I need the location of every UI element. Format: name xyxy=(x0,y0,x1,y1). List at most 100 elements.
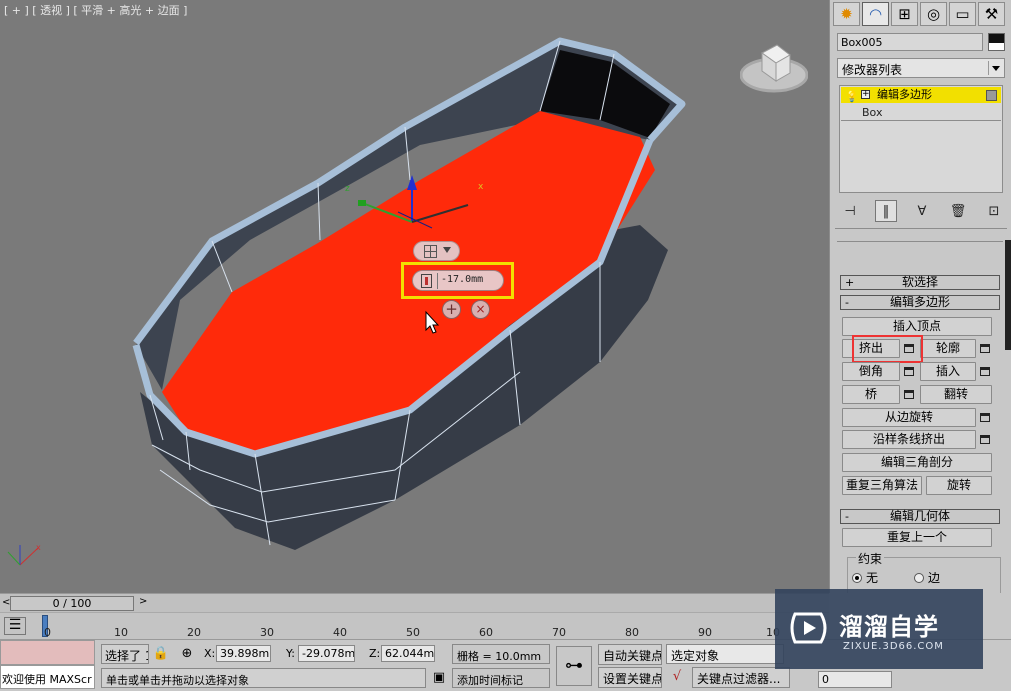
object-color-swatch[interactable] xyxy=(988,33,1005,51)
tick-label: 70 xyxy=(552,626,566,639)
z-coordinate-field[interactable]: 62.044mm xyxy=(381,645,435,662)
extrude-along-spline-button[interactable]: 沿样条线挤出 xyxy=(842,430,976,449)
key-tangent-icon[interactable]: √ xyxy=(668,668,686,686)
repeat-last-button[interactable]: 重复上一个 xyxy=(842,528,992,547)
watermark-logo-icon xyxy=(790,612,827,644)
rollout-edit-geometry[interactable]: - 编辑几何体 xyxy=(840,509,1000,524)
bevel-button[interactable]: 倒角 xyxy=(842,362,900,381)
hinge-settings-icon[interactable] xyxy=(978,408,992,427)
modifier-stack[interactable]: 💡 + 编辑多边形 Box xyxy=(839,85,1005,193)
constraint-none-radio[interactable]: 无 xyxy=(852,569,878,586)
key-mode-dropdown[interactable]: 选定对象 xyxy=(666,644,784,664)
retriangulate-button[interactable]: 重复三角算法 xyxy=(842,476,922,495)
constraints-group: 约束 无 边 xyxy=(847,550,1001,593)
tick-label: 50 xyxy=(406,626,420,639)
make-unique-icon[interactable]: ∀ xyxy=(911,200,933,222)
remove-modifier-icon[interactable]: 🗑 xyxy=(947,200,969,222)
set-key-icon[interactable]: ⊶ xyxy=(556,646,592,686)
time-next-arrow[interactable]: > xyxy=(139,596,147,607)
tick-label: 20 xyxy=(187,626,201,639)
rollout-area: + 软选择 - 编辑多边形 插入顶点 挤出 轮廓 倒角 插入 桥 翻转 从边旋转… xyxy=(837,241,1003,593)
show-end-result-icon[interactable]: ‖ xyxy=(875,200,897,222)
bevel-settings-icon[interactable] xyxy=(902,362,916,381)
stack-toolbar: ⊣ ‖ ∀ 🗑 ⊡ xyxy=(839,199,1005,223)
extrude-amount-value[interactable]: -17.0mm xyxy=(441,274,483,285)
curve-editor-icon[interactable]: ☰ xyxy=(4,617,26,635)
viewcube-icon[interactable] xyxy=(740,33,808,95)
inset-button[interactable]: 插入 xyxy=(920,362,976,381)
app-window: x z x [ + ] [ 透视 ] [ 平滑 + 高光 + 边面 ] -17.… xyxy=(0,0,1011,691)
inset-settings-icon[interactable] xyxy=(978,362,992,381)
auto-key-button[interactable]: 自动关键点 xyxy=(598,644,662,665)
extrude-amount-field[interactable]: -17.0mm xyxy=(412,270,504,291)
tab-modify[interactable]: ◠ xyxy=(862,2,889,26)
tick-label: 40 xyxy=(333,626,347,639)
edit-triangulation-button[interactable]: 编辑三角剖分 xyxy=(842,453,992,472)
caddy-cancel-button[interactable]: × xyxy=(471,300,490,319)
caddy-ok-button[interactable]: + xyxy=(442,300,461,319)
extrude-spline-settings-icon[interactable] xyxy=(978,430,992,449)
constraints-title: 约束 xyxy=(856,550,885,567)
expand-icon[interactable]: + xyxy=(861,90,870,99)
maxscript-welcome[interactable]: 欢迎使用 MAXScr xyxy=(0,665,95,689)
lightbulb-icon[interactable]: 💡 xyxy=(845,89,859,105)
tick-label: 60 xyxy=(479,626,493,639)
hierarchy-icon: ⊞ xyxy=(898,4,911,23)
tab-create[interactable]: ✹ xyxy=(833,2,860,26)
pin-stack-icon[interactable]: ⊣ xyxy=(839,200,861,222)
viewport-label[interactable]: [ + ] [ 透视 ] [ 平滑 + 高光 + 边面 ] xyxy=(4,2,187,18)
current-frame-field[interactable]: 0 xyxy=(818,671,892,688)
tab-hierarchy[interactable]: ⊞ xyxy=(891,2,918,26)
time-tag-icon[interactable]: ▣ xyxy=(430,669,448,687)
key-filters-button[interactable]: 关键点过滤器... xyxy=(692,667,790,688)
time-slider[interactable]: < 0 / 100 > xyxy=(0,593,829,612)
z-label: Z: xyxy=(369,647,381,660)
stack-item-edit-poly[interactable]: 💡 + 编辑多边形 xyxy=(841,87,1001,103)
tick-label: 10 xyxy=(114,626,128,639)
perspective-viewport[interactable]: x z x [ + ] [ 透视 ] [ 平滑 + 高光 + 边面 ] -17.… xyxy=(0,0,829,593)
tab-motion[interactable]: ◎ xyxy=(920,2,947,26)
lock-icon[interactable]: 🔒 xyxy=(152,645,170,663)
subobject-icon[interactable] xyxy=(986,90,997,101)
maxscript-listener[interactable] xyxy=(0,640,95,665)
x-coordinate-field[interactable]: 39.898mm xyxy=(216,645,271,662)
modifier-list-dropdown[interactable]: 修改器列表 xyxy=(837,58,1005,78)
frame-ruler[interactable]: 0 10 20 30 40 50 60 70 80 90 10 xyxy=(42,615,829,639)
extrude-highlight xyxy=(852,335,923,363)
absolute-mode-icon[interactable]: ⊕ xyxy=(178,645,196,663)
turn-button[interactable]: 旋转 xyxy=(926,476,992,495)
tab-utilities[interactable]: ⚒ xyxy=(978,2,1005,26)
caddy-grid-toggle[interactable] xyxy=(413,241,460,261)
object-name-field[interactable]: Box005 xyxy=(837,33,983,51)
command-panel: ✹ ◠ ⊞ ◎ ▭ ⚒ Box005 修改器列表 💡 + 编辑多边形 Box ⊣… xyxy=(829,0,1011,593)
dropdown-arrow-icon[interactable] xyxy=(443,247,451,253)
modify-icon: ◠ xyxy=(868,4,883,23)
set-key-button[interactable]: 设置关键点 xyxy=(598,667,662,688)
display-icon: ▭ xyxy=(955,4,970,23)
outline-button[interactable]: 轮廓 xyxy=(920,339,976,358)
outline-settings-icon[interactable] xyxy=(978,339,992,358)
configure-sets-icon[interactable]: ⊡ xyxy=(983,200,1005,222)
stack-item-box[interactable]: Box xyxy=(840,106,1005,121)
add-time-tag-button[interactable]: 添加时间标记 xyxy=(452,668,550,688)
rollout-edit-poly[interactable]: - 编辑多边形 xyxy=(840,295,1000,310)
constraint-edge-radio[interactable]: 边 xyxy=(914,569,940,586)
hinge-from-edge-button[interactable]: 从边旋转 xyxy=(842,408,976,427)
insert-vertex-button[interactable]: 插入顶点 xyxy=(842,317,992,336)
panel-scrollbar[interactable] xyxy=(1005,240,1011,350)
tick-label: 80 xyxy=(625,626,639,639)
bridge-button[interactable]: 桥 xyxy=(842,385,900,404)
bridge-settings-icon[interactable] xyxy=(902,385,916,404)
tab-display[interactable]: ▭ xyxy=(949,2,976,26)
grid-size-readout: 栅格 = 10.0mm xyxy=(452,644,550,664)
world-axis-tripod: x xyxy=(7,543,41,566)
time-slider-thumb[interactable]: 0 / 100 xyxy=(10,596,134,611)
tick-label: 30 xyxy=(260,626,274,639)
flip-button[interactable]: 翻转 xyxy=(920,385,992,404)
chevron-down-icon[interactable] xyxy=(988,61,1002,75)
y-coordinate-field[interactable]: -29.078mm xyxy=(298,645,355,662)
selection-rollout-collapsed xyxy=(837,241,1003,268)
extrude-type-icon[interactable] xyxy=(421,274,432,288)
rollout-soft-selection[interactable]: + 软选择 xyxy=(840,275,1000,290)
track-bar[interactable]: ☰ 0 10 20 30 40 50 60 70 80 90 10 xyxy=(0,612,829,639)
